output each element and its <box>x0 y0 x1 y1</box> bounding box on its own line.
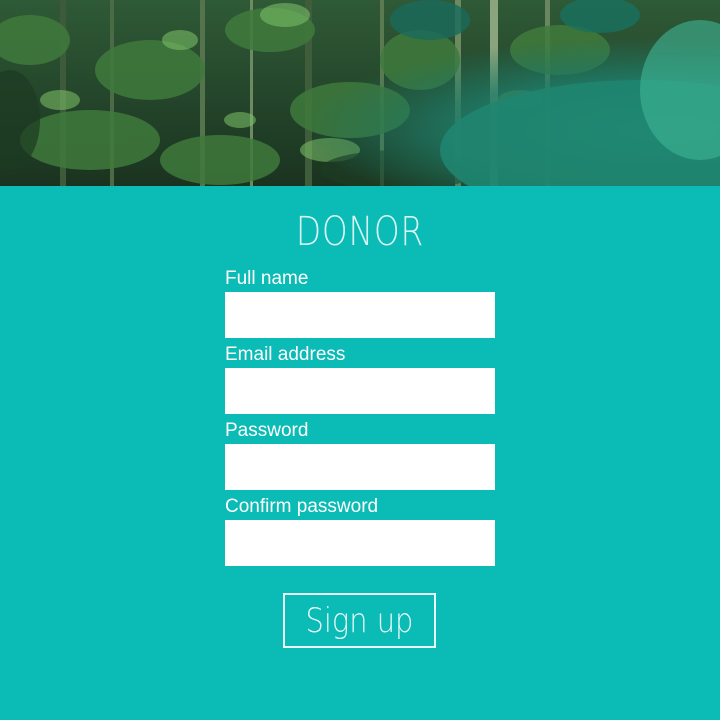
sign-up-button[interactable]: Sign up <box>283 593 436 648</box>
hero-image <box>0 0 720 186</box>
email-input[interactable] <box>225 368 495 414</box>
full-name-label: Full name <box>225 268 309 289</box>
confirm-password-group: Confirm password <box>225 496 495 566</box>
full-name-input[interactable] <box>225 292 495 338</box>
sign-up-label: Sign up <box>305 600 414 641</box>
confirm-password-input[interactable] <box>225 520 495 566</box>
password-group: Password <box>225 420 495 490</box>
password-label: Password <box>225 420 309 441</box>
signup-page: DONOR Full name Email address Password C… <box>0 0 720 720</box>
password-input[interactable] <box>225 444 495 490</box>
full-name-group: Full name <box>225 268 495 338</box>
page-title: DONOR <box>295 209 425 255</box>
email-label: Email address <box>225 344 346 365</box>
email-group: Email address <box>225 344 495 414</box>
confirm-password-label: Confirm password <box>225 496 379 517</box>
donor-signup-form: Full name Email address Password Confirm… <box>225 268 495 572</box>
